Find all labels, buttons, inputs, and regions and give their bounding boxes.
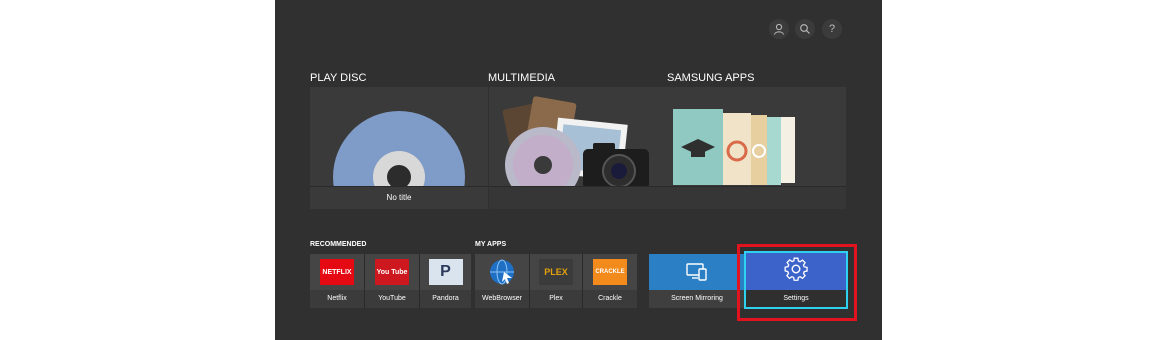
youtube-label: YouTube bbox=[365, 290, 419, 308]
screen-mirroring-label: Screen Mirroring bbox=[649, 290, 745, 308]
crackle-label: Crackle bbox=[583, 290, 637, 308]
no-title-caption: No title bbox=[310, 186, 488, 209]
netflix-logo: NETFLIX bbox=[320, 259, 354, 285]
user-icon[interactable] bbox=[769, 19, 789, 39]
plex-logo: PLEX bbox=[539, 259, 573, 285]
screen-mirroring-tile[interactable]: Screen Mirroring bbox=[649, 254, 745, 308]
youtube-tile[interactable]: You Tube YouTube bbox=[365, 254, 419, 308]
search-icon[interactable] bbox=[795, 19, 815, 39]
webbrowser-tile[interactable]: WebBrowser bbox=[475, 254, 529, 308]
netflix-label: Netflix bbox=[310, 290, 364, 308]
samsung-apps-panel[interactable] bbox=[667, 87, 846, 209]
help-icon[interactable]: ? bbox=[822, 19, 842, 39]
my-apps-title: MY APPS bbox=[475, 241, 507, 248]
multimedia-title: MULTIMEDIA bbox=[488, 72, 556, 84]
play-disc-panel[interactable]: No title bbox=[310, 87, 488, 209]
multimedia-footer bbox=[489, 186, 667, 209]
netflix-tile[interactable]: NETFLIX Netflix bbox=[310, 254, 364, 308]
globe-icon bbox=[485, 259, 519, 285]
play-disc-title: PLAY DISC bbox=[310, 72, 367, 84]
plex-tile[interactable]: PLEX Plex bbox=[530, 254, 582, 308]
crackle-logo: CRACKLE bbox=[593, 259, 627, 285]
smart-hub-screen: ? PLAY DISC MULTIMEDIA SAMSUNG APPS No t… bbox=[275, 0, 882, 340]
pandora-label: Pandora bbox=[420, 290, 471, 308]
youtube-logo: You Tube bbox=[375, 259, 409, 285]
samsung-apps-title: SAMSUNG APPS bbox=[667, 72, 755, 84]
settings-tile[interactable]: Settings bbox=[744, 251, 848, 309]
pandora-tile[interactable]: P Pandora bbox=[420, 254, 471, 308]
crackle-tile[interactable]: CRACKLE Crackle bbox=[583, 254, 637, 308]
recommended-title: RECOMMENDED bbox=[310, 241, 367, 248]
pandora-logo: P bbox=[428, 259, 463, 285]
gear-icon bbox=[779, 256, 813, 282]
settings-label: Settings bbox=[746, 290, 846, 307]
webbrowser-label: WebBrowser bbox=[475, 290, 529, 308]
multimedia-panel[interactable] bbox=[489, 87, 667, 209]
screen-mirroring-icon bbox=[680, 259, 714, 285]
samsung-apps-footer bbox=[667, 186, 846, 209]
help-glyph: ? bbox=[828, 23, 836, 35]
plex-label: Plex bbox=[530, 290, 582, 308]
